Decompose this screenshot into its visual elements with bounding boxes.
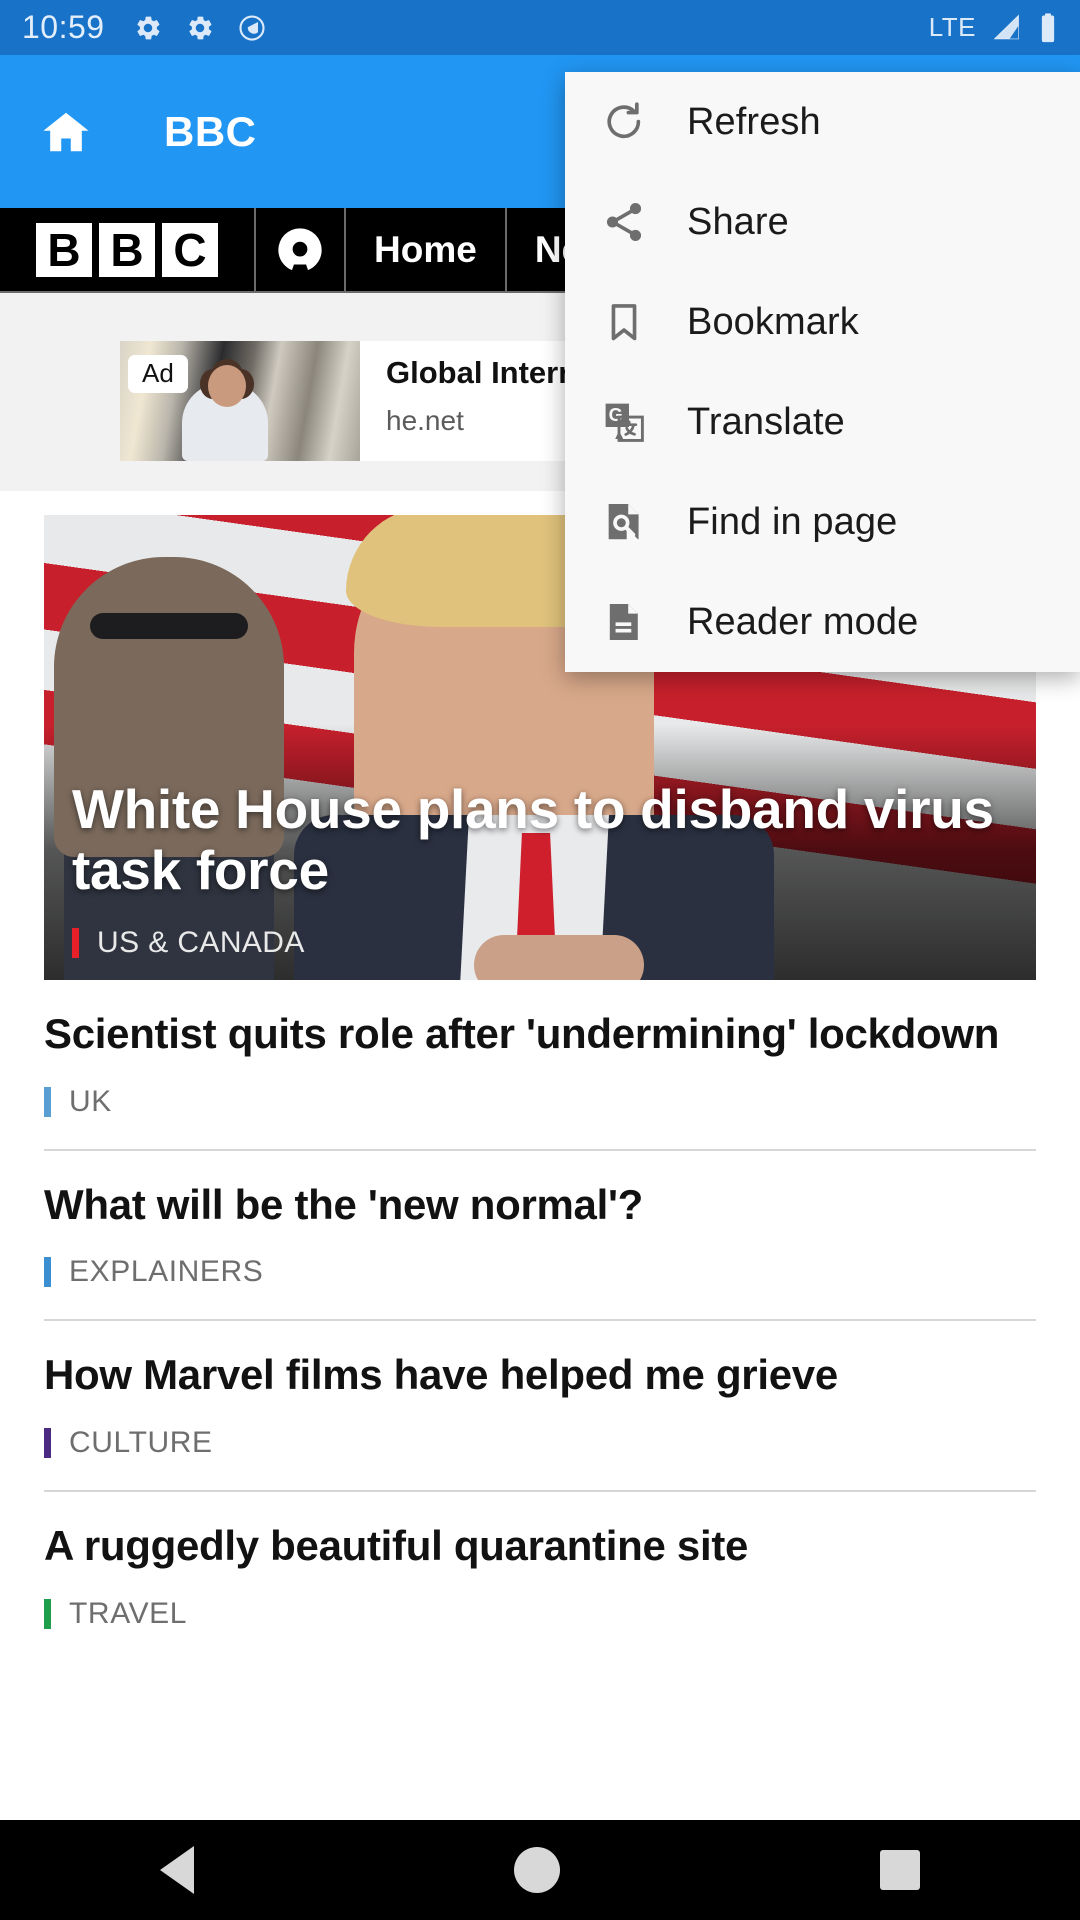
bbc-logo-letter: C bbox=[162, 222, 218, 277]
system-navigation-bar bbox=[0, 1820, 1080, 1920]
story-category: CULTURE bbox=[44, 1426, 1036, 1460]
status-bar-notification-icons bbox=[133, 13, 267, 43]
menu-item-translate[interactable]: G Translate bbox=[565, 372, 1080, 472]
share-icon bbox=[601, 199, 653, 245]
gear-icon bbox=[133, 13, 163, 43]
category-label: CULTURE bbox=[69, 1426, 213, 1460]
menu-item-label: Bookmark bbox=[687, 300, 859, 343]
page-title: BBC bbox=[164, 107, 257, 155]
network-type-label: LTE bbox=[928, 12, 976, 42]
quick-settings-icon bbox=[237, 13, 267, 43]
bookmark-icon bbox=[601, 299, 653, 345]
phone-screen: 10:59 LTE BBC B B C Home Ad Global Inter… bbox=[0, 0, 1080, 1920]
story-category: EXPLAINERS bbox=[44, 1255, 1036, 1289]
ad-badge: Ad bbox=[128, 355, 188, 393]
menu-item-find-in-page[interactable]: Find in page bbox=[565, 472, 1080, 572]
account-circle-icon[interactable] bbox=[256, 208, 346, 291]
refresh-icon bbox=[601, 99, 653, 145]
menu-item-label: Reader mode bbox=[687, 600, 919, 643]
story-item[interactable]: Scientist quits role after 'undermining'… bbox=[0, 980, 1080, 1119]
status-bar-clock: 10:59 bbox=[22, 9, 105, 45]
story-headline: What will be the 'new normal'? bbox=[44, 1180, 644, 1228]
ad-photo-person-head bbox=[208, 365, 246, 407]
hero-category: US & CANADA bbox=[72, 926, 1008, 960]
translate-icon: G bbox=[601, 399, 653, 445]
category-color-bar bbox=[44, 1428, 51, 1459]
bbc-logo[interactable]: B B C bbox=[0, 208, 256, 291]
find-in-page-icon bbox=[601, 499, 653, 545]
signal-triangle-icon bbox=[990, 13, 1024, 43]
menu-item-label: Share bbox=[687, 200, 789, 243]
reader-mode-icon bbox=[601, 599, 653, 645]
category-label: US & CANADA bbox=[97, 926, 305, 959]
story-item[interactable]: A ruggedly beautiful quarantine site TRA… bbox=[0, 1492, 1080, 1631]
battery-full-icon bbox=[1038, 12, 1058, 44]
story-headline: A ruggedly beautiful quarantine site bbox=[44, 1522, 749, 1570]
home-circle-icon[interactable] bbox=[514, 1847, 560, 1893]
hero-overlay: White House plans to disband virus task … bbox=[44, 777, 1036, 980]
category-color-bar bbox=[44, 1598, 51, 1629]
category-label: UK bbox=[69, 1084, 112, 1118]
menu-item-refresh[interactable]: Refresh bbox=[565, 72, 1080, 172]
menu-item-share[interactable]: Share bbox=[565, 172, 1080, 272]
category-color-bar bbox=[72, 928, 79, 958]
status-bar: 10:59 LTE bbox=[0, 0, 1080, 55]
story-item[interactable]: What will be the 'new normal'? EXPLAINER… bbox=[0, 1151, 1080, 1290]
menu-item-bookmark[interactable]: Bookmark bbox=[565, 272, 1080, 372]
story-category: UK bbox=[44, 1085, 1036, 1119]
back-triangle-icon[interactable] bbox=[160, 1846, 194, 1894]
story-headline: How Marvel films have helped me grieve bbox=[44, 1351, 838, 1399]
menu-item-label: Translate bbox=[687, 400, 845, 443]
bbc-logo-letter: B bbox=[36, 222, 92, 277]
recents-square-icon[interactable] bbox=[880, 1850, 920, 1890]
ad-thumbnail: Ad bbox=[120, 341, 360, 461]
status-bar-system-icons: LTE bbox=[929, 12, 1058, 44]
story-category: TRAVEL bbox=[44, 1597, 1036, 1631]
story-item[interactable]: How Marvel films have helped me grieve C… bbox=[0, 1321, 1080, 1460]
category-color-bar bbox=[44, 1086, 51, 1117]
svg-text:G: G bbox=[609, 405, 623, 425]
menu-item-label: Find in page bbox=[687, 500, 898, 543]
bbc-logo-letter: B bbox=[99, 222, 155, 277]
story-headline: Scientist quits role after 'undermining'… bbox=[44, 1010, 1000, 1057]
nav-item-home[interactable]: Home bbox=[346, 208, 507, 291]
overflow-menu: Refresh Share Bookmark G Translate Find … bbox=[565, 72, 1080, 672]
category-label: TRAVEL bbox=[69, 1596, 188, 1630]
menu-item-label: Refresh bbox=[687, 100, 821, 143]
category-label: EXPLAINERS bbox=[69, 1255, 264, 1289]
category-color-bar bbox=[44, 1257, 51, 1288]
hero-headline: White House plans to disband virus task … bbox=[72, 777, 994, 902]
gear-icon bbox=[185, 13, 215, 43]
menu-item-reader-mode[interactable]: Reader mode bbox=[565, 572, 1080, 672]
home-icon[interactable] bbox=[40, 106, 92, 158]
